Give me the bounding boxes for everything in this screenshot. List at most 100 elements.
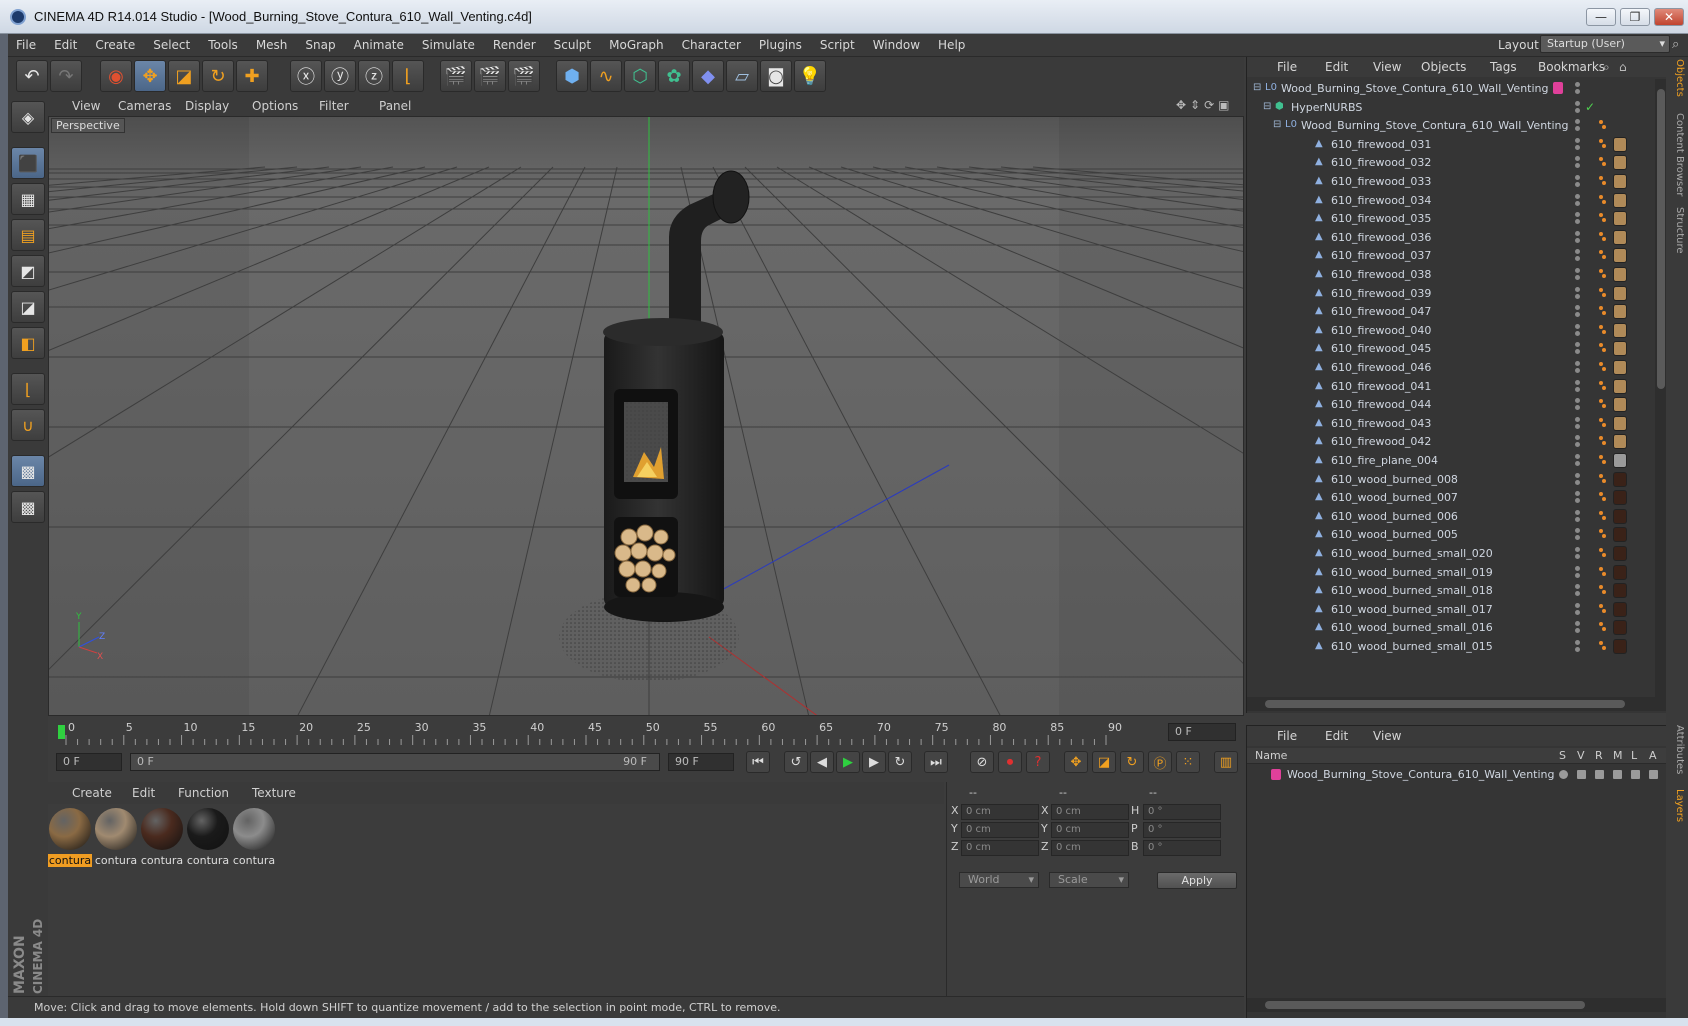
object-row[interactable]: ▲ 610_firewood_043	[1247, 414, 1657, 434]
object-row[interactable]: ▲ 610_firewood_034	[1247, 191, 1657, 211]
visibility-dots[interactable]	[1572, 81, 1584, 97]
object-row[interactable]: ▲ 610_firewood_045	[1247, 339, 1657, 359]
layer-v-toggle[interactable]	[1577, 770, 1586, 779]
material-swatch[interactable]: contura	[48, 808, 92, 867]
visibility-dots[interactable]	[1572, 397, 1584, 413]
texture-tag-icon[interactable]	[1613, 304, 1627, 320]
render-visibility-dot[interactable]	[1575, 200, 1580, 206]
phong-tag-icon[interactable]	[1599, 641, 1607, 653]
material-swatch[interactable]: contura	[186, 808, 230, 867]
coord-size-field[interactable]: 0 cm	[1051, 804, 1129, 820]
object-menu-file[interactable]: File	[1277, 60, 1297, 74]
material-swatch[interactable]: contura	[232, 808, 276, 867]
viewport-nav-icons[interactable]: ✥⇕⟳▣	[1176, 98, 1234, 112]
coordinate-system-button[interactable]: ⌊	[392, 60, 424, 92]
maximize-button[interactable]: ❐	[1620, 8, 1650, 26]
previous-frame-button[interactable]: ◀	[810, 751, 834, 773]
transform-mode-select[interactable]: Scale ▾	[1049, 872, 1129, 888]
object-row[interactable]: ▲ 610_firewood_032	[1247, 153, 1657, 173]
render-visibility-dot[interactable]	[1575, 89, 1580, 94]
layer-hscrollbar-thumb[interactable]	[1265, 1001, 1585, 1009]
editor-visibility-dot[interactable]	[1575, 398, 1580, 404]
menu-select[interactable]: Select	[153, 38, 190, 52]
menu-mesh[interactable]: Mesh	[256, 38, 288, 52]
phong-tag-icon[interactable]	[1599, 436, 1607, 448]
add-deformer-button[interactable]: ◆	[692, 60, 724, 92]
coord-size-field[interactable]: 0 cm	[1051, 840, 1129, 856]
phong-tag-icon[interactable]	[1599, 622, 1607, 634]
enabled-check-icon[interactable]: ✓	[1585, 100, 1595, 114]
visibility-dots[interactable]	[1572, 527, 1584, 543]
object-row[interactable]: ▲ 610_wood_burned_008	[1247, 470, 1657, 490]
tab-layers[interactable]: Layers	[1669, 789, 1685, 822]
object-list[interactable]: ⊟ L0 Wood_Burning_Stove_Contura_610_Wall_V…	[1247, 79, 1657, 697]
record-parameter-button[interactable]: Ⓟ	[1148, 751, 1172, 773]
object-row[interactable]: ▲ 610_firewood_039	[1247, 284, 1657, 304]
render-visibility-dot[interactable]	[1575, 163, 1580, 169]
visibility-dots[interactable]	[1572, 434, 1584, 450]
object-row[interactable]: ▲ 610_firewood_036	[1247, 228, 1657, 248]
texture-tag-icon[interactable]	[1613, 341, 1627, 357]
editor-visibility-dot[interactable]	[1575, 584, 1580, 590]
editor-visibility-dot[interactable]	[1575, 435, 1580, 441]
scrollbar-thumb[interactable]	[1657, 89, 1665, 389]
phong-tag-icon[interactable]	[1599, 566, 1607, 579]
render-visibility-dot[interactable]	[1575, 126, 1580, 132]
layer-color-swatch[interactable]	[1271, 769, 1281, 780]
render-visibility-dot[interactable]	[1575, 647, 1580, 652]
layer-a-toggle[interactable]	[1649, 770, 1658, 779]
viewport-menu-view[interactable]: View	[72, 99, 100, 113]
add-camera-button[interactable]: ◙	[760, 60, 792, 92]
redo-button[interactable]: ↷	[50, 60, 82, 92]
recent-tools-button[interactable]: ✚	[236, 60, 268, 92]
editor-visibility-dot[interactable]	[1575, 547, 1580, 552]
render-visibility-dot[interactable]	[1575, 609, 1580, 615]
editor-visibility-dot[interactable]	[1575, 454, 1580, 459]
record-rotation-button[interactable]: ↻	[1120, 751, 1144, 773]
texture-tag-icon[interactable]	[1613, 527, 1627, 543]
render-view-button[interactable]: 🎬	[440, 60, 472, 92]
viewport-menu-filter[interactable]: Filter	[319, 99, 349, 113]
visibility-dots[interactable]	[1572, 248, 1584, 264]
editor-visibility-dot[interactable]	[1575, 602, 1580, 608]
play-button[interactable]: ▶	[836, 751, 860, 773]
x-axis-lock-button[interactable]: ⓧ	[290, 60, 322, 92]
phong-tag-icon[interactable]	[1599, 306, 1607, 318]
make-editable-button[interactable]: ◈	[11, 101, 45, 133]
coord-rot-field[interactable]: 0 °	[1143, 822, 1221, 838]
render-visibility-dot[interactable]	[1575, 479, 1580, 485]
coord-rot-field[interactable]: 0 °	[1143, 840, 1221, 856]
layer-m-toggle[interactable]	[1613, 770, 1622, 779]
object-row[interactable]: ▲ 610_wood_burned_006	[1247, 507, 1657, 527]
render-visibility-dot[interactable]	[1575, 368, 1580, 373]
menu-tools[interactable]: Tools	[208, 38, 238, 52]
tab-content-browser[interactable]: Content Browser	[1669, 113, 1685, 196]
record-keys-button[interactable]: ⊘	[970, 751, 994, 773]
editor-visibility-dot[interactable]	[1575, 565, 1580, 571]
material-menu-create[interactable]: Create	[72, 786, 112, 800]
texture-tag-icon[interactable]	[1613, 564, 1627, 580]
workplane-mode-button[interactable]: ▤	[11, 219, 45, 251]
visibility-dots[interactable]	[1572, 304, 1584, 320]
texture-tag-icon[interactable]	[1613, 211, 1627, 227]
editor-visibility-dot[interactable]	[1575, 249, 1580, 255]
record-position-button[interactable]: ✥	[1064, 751, 1088, 773]
hscrollbar-thumb[interactable]	[1265, 700, 1625, 708]
object-menu-objects[interactable]: Objects	[1421, 60, 1466, 74]
axis-mode-button[interactable]: ⌊	[11, 373, 45, 405]
snap-button[interactable]: ▩	[11, 455, 45, 487]
texture-tag-icon[interactable]	[1613, 267, 1627, 282]
layer-l-toggle[interactable]	[1631, 770, 1640, 779]
next-frame-button[interactable]: ▶	[862, 751, 886, 773]
phong-tag-icon[interactable]	[1599, 362, 1607, 374]
visibility-dots[interactable]	[1572, 360, 1584, 376]
editor-visibility-dot[interactable]	[1575, 100, 1580, 106]
render-visibility-dot[interactable]	[1575, 442, 1580, 448]
material-swatch[interactable]: contura	[94, 808, 138, 867]
object-row[interactable]: ▲ 610_firewood_033	[1247, 172, 1657, 192]
editor-visibility-dot[interactable]	[1575, 472, 1580, 478]
object-row[interactable]: ▲ 610_wood_burned_small_016	[1247, 618, 1657, 638]
object-row[interactable]: ▲ 610_firewood_035	[1247, 209, 1657, 229]
object-row[interactable]: ▲ 610_wood_burned_small_017	[1247, 600, 1657, 620]
editor-visibility-dot[interactable]	[1575, 137, 1580, 143]
